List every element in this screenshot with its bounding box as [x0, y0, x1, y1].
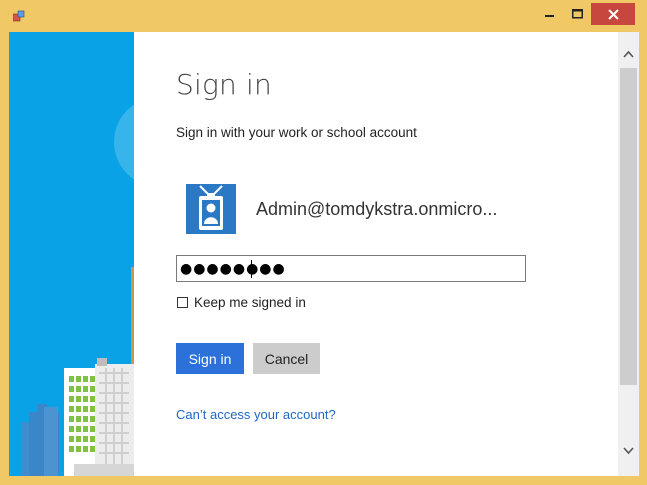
maximize-button[interactable]	[565, 3, 589, 25]
keep-signed-in-label[interactable]: Keep me signed in	[194, 295, 306, 310]
chevron-up-icon	[623, 50, 634, 58]
vertical-scrollbar[interactable]	[618, 32, 639, 476]
signin-panel: Sign in Sign in with your work or school…	[134, 32, 618, 476]
password-mask: ●●●●●●●●	[180, 261, 286, 277]
title-bar[interactable]	[0, 0, 647, 32]
cancel-button[interactable]: Cancel	[253, 343, 320, 374]
close-icon	[607, 8, 619, 20]
minimize-button[interactable]	[538, 3, 562, 25]
keep-signed-in-checkbox[interactable]	[177, 297, 188, 308]
account-name[interactable]: Admin@tomdykstra.onmicro...	[256, 199, 497, 220]
scroll-down-button[interactable]	[618, 441, 639, 461]
window-frame: Sign in Sign in with your work or school…	[0, 0, 647, 485]
text-caret	[251, 260, 252, 278]
cant-access-account-link[interactable]: Can’t access your account?	[176, 407, 336, 422]
city-illustration	[9, 32, 134, 476]
page-title: Sign in	[176, 68, 272, 101]
signin-subtitle: Sign in with your work or school account	[176, 125, 417, 140]
sign-in-button[interactable]: Sign in	[176, 343, 244, 374]
app-icon	[13, 10, 25, 22]
chevron-down-icon	[623, 447, 634, 455]
maximize-icon	[571, 9, 583, 19]
scroll-thumb[interactable]	[620, 68, 637, 385]
minimize-icon	[545, 15, 554, 17]
password-field[interactable]: ●●●●●●●●	[176, 255, 526, 282]
account-tile	[186, 184, 236, 234]
city-skyline-graphic	[21, 104, 134, 476]
id-badge-icon	[199, 185, 223, 230]
close-button[interactable]	[591, 3, 635, 25]
scroll-up-button[interactable]	[618, 44, 639, 64]
dialog-client-area: Sign in Sign in with your work or school…	[9, 32, 639, 476]
keep-signed-in[interactable]: Keep me signed in	[177, 295, 306, 310]
